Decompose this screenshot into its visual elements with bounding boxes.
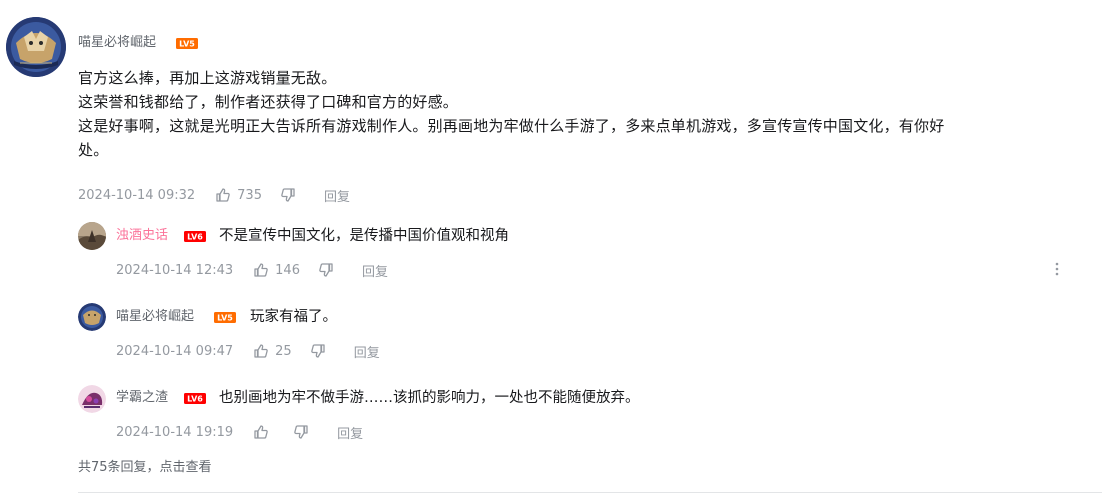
view-more-replies-link[interactable]: 共75条回复，点击查看 (78, 456, 212, 475)
like-count: 735 (237, 187, 262, 203)
comment-time: 2024-10-14 09:32 (78, 187, 196, 203)
like-icon (254, 344, 268, 358)
reply-button[interactable]: 回复 (354, 342, 380, 361)
dislike-button[interactable] (310, 343, 332, 359)
like-button[interactable]: 25 (253, 343, 292, 359)
reply-button[interactable]: 回复 (362, 261, 388, 280)
level-badge: LV6 (184, 231, 206, 242)
reply-meta: 2024-10-14 09:47 25 回复 (116, 341, 380, 361)
like-button[interactable]: 735 (215, 187, 262, 203)
reply-time: 2024-10-14 19:19 (116, 424, 234, 440)
reply-meta: 2024-10-14 19:19 回复 (116, 422, 363, 442)
avatar[interactable] (6, 17, 66, 77)
like-icon (216, 188, 230, 202)
divider (78, 492, 1102, 493)
dislike-button[interactable] (280, 187, 302, 203)
reply-content: 不是宣传中国文化，是传播中国价值观和视角 (219, 228, 509, 244)
level-badge-text: LV5 (179, 40, 195, 49)
reply-content: 玩家有福了。 (250, 309, 337, 325)
level-badge-text: LV5 (217, 314, 233, 323)
reply-avatar[interactable] (78, 303, 106, 331)
dislike-button[interactable] (318, 262, 340, 278)
level-badge-text: LV6 (187, 395, 203, 404)
dislike-icon (294, 425, 308, 439)
comment-thread: 喵星必将崛起 LV5 官方这么捧，再加上这游戏销量无敌。 这荣誉和钱都给了，制作… (0, 0, 1109, 496)
reply-time: 2024-10-14 12:43 (116, 262, 234, 278)
like-count: 146 (275, 262, 300, 278)
comment-content: 官方这么捧，再加上这游戏销量无敌。 这荣誉和钱都给了，制作者还获得了口碑和官方的… (78, 66, 1088, 162)
level-badge-text: LV6 (187, 233, 203, 242)
reply-button[interactable]: 回复 (324, 186, 350, 205)
dislike-icon (310, 344, 325, 358)
dislike-icon (281, 188, 295, 202)
dislike-button[interactable] (293, 424, 315, 440)
level-badge: LV5 (176, 38, 198, 49)
like-icon (254, 425, 268, 439)
like-icon (254, 263, 268, 277)
reply-username[interactable]: 浊酒史话 (116, 227, 168, 245)
like-count: 25 (275, 343, 292, 359)
reply-avatar[interactable] (78, 222, 106, 250)
dislike-icon (319, 263, 333, 277)
reply-username[interactable]: 学霸之渣 (116, 389, 168, 407)
reply-avatar[interactable] (78, 385, 106, 413)
level-badge: LV5 (214, 312, 236, 323)
reply-content: 也别画地为牢不做手游……该抓的影响力，一处也不能随便放弃。 (219, 390, 640, 406)
like-button[interactable] (253, 424, 275, 440)
comment-username[interactable]: 喵星必将崛起 (78, 34, 156, 52)
comment-line: 官方这么捧，再加上这游戏销量无敌。 (78, 69, 337, 87)
comment-line: 处。 (78, 141, 109, 159)
comment-meta: 2024-10-14 09:32 735 回复 (78, 185, 350, 205)
reply-button[interactable]: 回复 (337, 423, 363, 442)
level-badge: LV6 (184, 393, 206, 404)
reply-time: 2024-10-14 09:47 (116, 343, 234, 359)
comment-line: 这荣誉和钱都给了，制作者还获得了口碑和官方的好感。 (78, 93, 459, 111)
reply-username[interactable]: 喵星必将崛起 (116, 308, 194, 326)
more-vertical-icon[interactable] (1051, 261, 1063, 277)
reply-meta: 2024-10-14 12:43 146 回复 (116, 260, 388, 280)
like-button[interactable]: 146 (253, 262, 300, 278)
comment-line: 这是好事啊，这就是光明正大告诉所有游戏制作人。别再画地为牢做什么手游了，多来点单… (78, 117, 945, 135)
